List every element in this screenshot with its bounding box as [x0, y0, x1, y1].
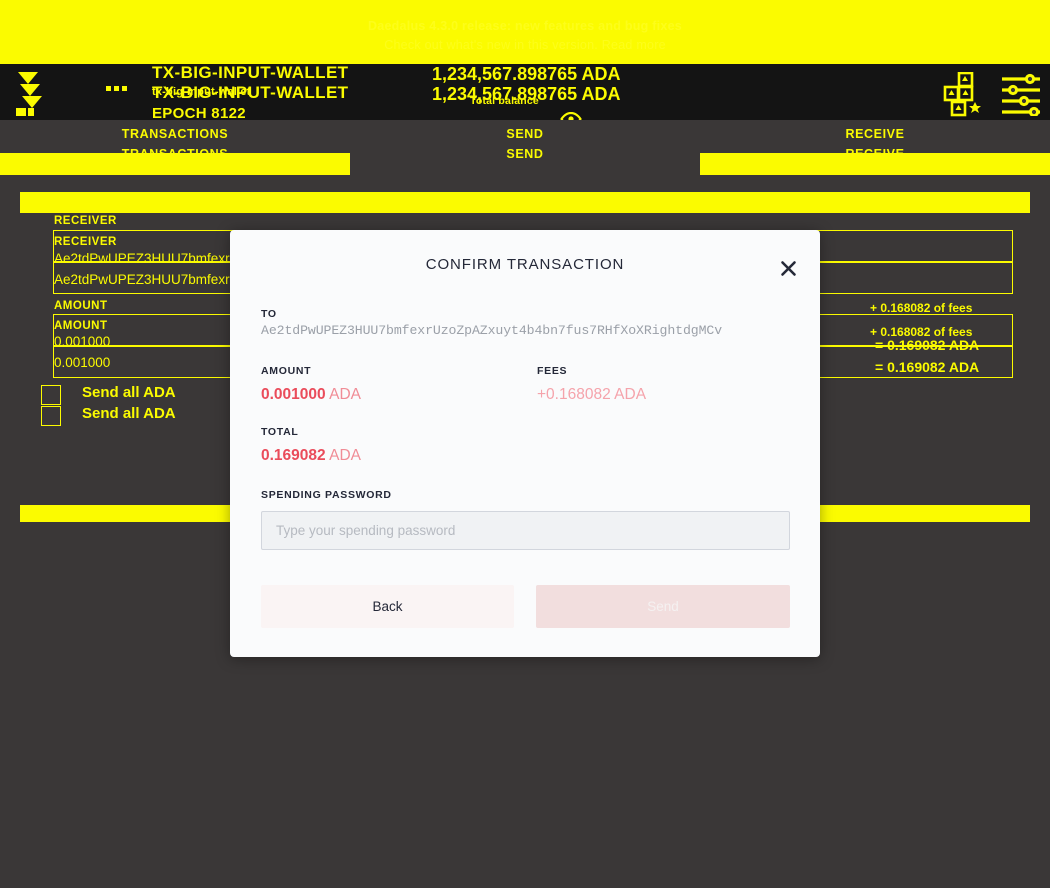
menu-dots-icon[interactable] — [106, 86, 127, 91]
wallet-balance-label: Total balance — [470, 95, 539, 107]
amount-value-row: 0.001000 ADA — [261, 386, 361, 404]
fees-unit: ADA — [614, 386, 647, 403]
spending-password-label: SPENDING PASSWORD — [261, 489, 392, 501]
total-label: TOTAL — [261, 426, 299, 438]
wallet-name-ghost: TX-BIG-INPUT-WALLET — [152, 63, 349, 82]
send-all-checkbox[interactable] — [41, 406, 61, 426]
send-all-label-ghost: Send all ADA — [82, 384, 176, 401]
logo-container — [0, 64, 84, 120]
total-value: 0.169082 — [261, 447, 326, 464]
total-unit: ADA — [329, 447, 361, 464]
wallet-balance-ghost: 1,234,567.898765 ADA — [432, 64, 621, 84]
amount-value: 0.001000 — [261, 386, 326, 403]
tab-send-label: SEND — [506, 147, 544, 161]
news-banner-headline: Daedalus 4.3.0 release: new features and… — [367, 18, 682, 33]
confirm-transaction-dialog: CONFIRM TRANSACTION TO Ae2tdPwUPEZ3HUU7b… — [230, 230, 820, 657]
fees-note-ghost: + 0.168082 of fees — [870, 301, 973, 315]
wallet-balance: 1,234,567.898765 ADA 1,234,567.898765 AD… — [432, 62, 762, 120]
tab-transactions-ghost: TRANSACTIONS — [121, 127, 229, 141]
back-button[interactable]: Back — [261, 585, 514, 628]
tab-receive[interactable]: RECEIVE RECEIVE — [700, 120, 1050, 175]
send-all-label: Send all ADA — [82, 405, 176, 422]
total-note: = 0.169082 ADA — [875, 359, 980, 375]
close-icon[interactable] — [778, 258, 798, 278]
send-all-checkbox-ghost[interactable] — [41, 385, 61, 405]
news-banner-subtext: Check out what's new in this version. Re… — [384, 38, 666, 52]
fees-label: FEES — [537, 365, 568, 377]
dialog-title: CONFIRM TRANSACTION — [425, 256, 625, 273]
send-form-header-bar — [20, 192, 1030, 213]
tab-send[interactable]: SEND SEND — [350, 120, 700, 175]
news-banner-subtext-text: Check out what's new in this version. Re… — [384, 37, 666, 52]
to-address: Ae2tdPwUPEZ3HUU7bmfexrUzoZpAZxuyt4b4bn7f… — [261, 323, 723, 338]
tab-transactions-label: TRANSACTIONS — [121, 147, 229, 161]
fees-value: +0.168082 — [537, 386, 611, 403]
tab-transactions[interactable]: TRANSACTIONS TRANSACTIONS — [0, 120, 350, 175]
delegation-icon[interactable] — [942, 71, 981, 117]
news-update-banner: Daedalus 4.3.0 release: new features and… — [0, 0, 1050, 70]
app-root: Daedalus 4.3.0 release: new features and… — [0, 0, 1050, 888]
receiver-label: RECEIVER — [54, 236, 117, 248]
spending-password-input[interactable] — [261, 511, 790, 550]
total-note-ghost: = 0.169082 ADA — [875, 337, 980, 353]
amount-label-ghost: AMOUNT — [54, 300, 108, 312]
amount-value: 0.001000 — [54, 355, 111, 370]
tab-receive-ghost: RECEIVE — [845, 127, 905, 141]
amount-label: AMOUNT — [54, 320, 108, 332]
daedalus-logo-icon — [16, 72, 42, 116]
send-button: Send — [536, 585, 790, 628]
settings-sliders-icon[interactable] — [1000, 72, 1040, 118]
fees-value-row: +0.168082 ADA — [537, 386, 646, 404]
total-value-row: 0.169082 ADA — [261, 447, 361, 465]
receiver-label-ghost: RECEIVER — [54, 215, 117, 227]
wallet-identity: TX-BIG-INPUT-WALLET TX-BIG-INPUT-WALLET … — [152, 62, 452, 122]
wallet-name-secondary: tx-big-input-wallet — [152, 86, 251, 98]
amount-label: AMOUNT — [261, 365, 312, 377]
wallet-nav-tabs: TRANSACTIONS TRANSACTIONS SEND SEND RECE… — [0, 120, 1050, 175]
topbar-icon-group — [942, 62, 1040, 120]
tab-send-ghost: SEND — [506, 127, 544, 141]
amount-unit: ADA — [329, 386, 361, 403]
tab-receive-label: RECEIVE — [845, 147, 905, 161]
to-label: TO — [261, 308, 277, 320]
